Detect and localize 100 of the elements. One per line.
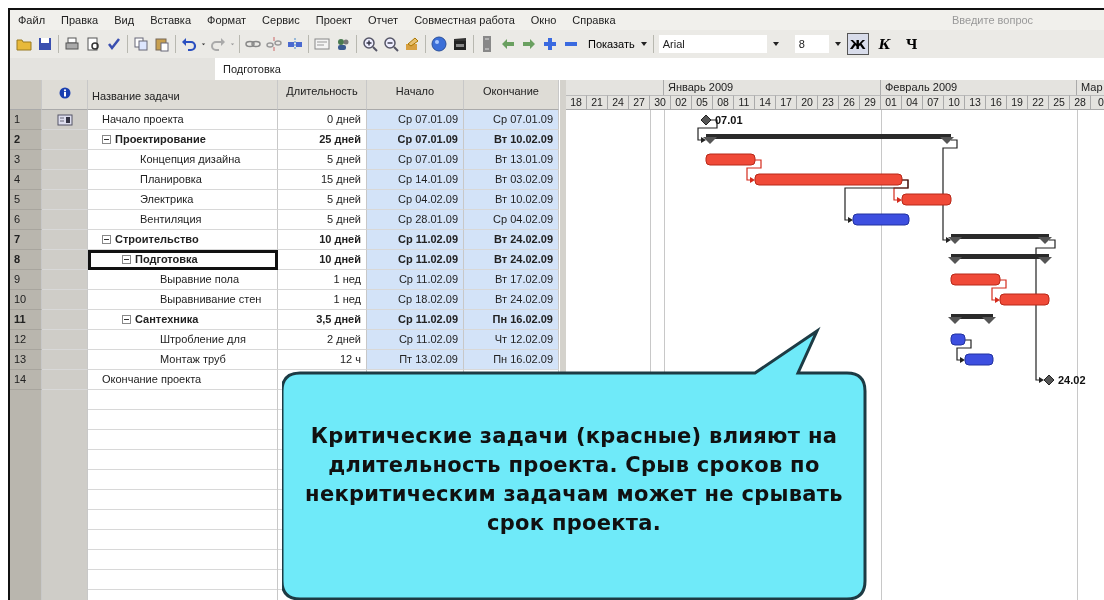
spelling-icon[interactable] (106, 36, 122, 52)
critical-task-bar[interactable] (705, 153, 756, 166)
resources-icon[interactable] (335, 36, 351, 52)
row-number[interactable]: 5 (10, 190, 42, 210)
entry-field[interactable]: Подготовка (215, 58, 1104, 80)
day-label: 08 (713, 95, 734, 110)
save-icon[interactable] (37, 36, 53, 52)
row-number[interactable]: 7 (10, 230, 42, 250)
zoom-out-icon[interactable] (383, 36, 399, 52)
summary-bar[interactable] (948, 254, 1052, 264)
row-number[interactable]: 13 (10, 350, 42, 370)
task-name-cell[interactable]: Подготовка (88, 250, 278, 270)
collapse-icon[interactable] (122, 255, 131, 264)
menu-item[interactable]: Совместная работа (406, 14, 523, 26)
task-name-cell[interactable]: Выравнивание стен (88, 290, 278, 310)
summary-bar[interactable] (948, 234, 1052, 244)
column-header[interactable]: Длительность (278, 80, 367, 110)
paste-icon[interactable] (154, 36, 170, 52)
split-icon[interactable] (287, 36, 303, 52)
menu-item[interactable]: Файл (10, 14, 54, 26)
task-name-cell[interactable]: Электрика (88, 190, 278, 210)
menu-item[interactable]: Справка (564, 14, 624, 26)
menu-item[interactable]: Вид (106, 14, 143, 26)
month-label: Февраль 2009 (881, 80, 1077, 95)
menu-item[interactable]: Формат (199, 14, 255, 26)
summary-bar[interactable] (703, 134, 954, 144)
show-button[interactable]: Показать (584, 38, 635, 50)
row-number[interactable]: 8 (10, 250, 42, 270)
table-cell: Ср 11.02.09 (367, 310, 464, 330)
column-header[interactable]: Окончание (464, 80, 559, 110)
menu-item[interactable]: Вставка (142, 14, 199, 26)
task-name-cell[interactable]: Монтаж труб (88, 350, 278, 370)
task-name: Вентиляция (140, 212, 202, 227)
plus-icon[interactable] (542, 36, 558, 52)
task-bar[interactable] (950, 333, 966, 346)
task-name-cell[interactable]: Начало проекта (88, 110, 278, 130)
italic-button[interactable]: К (873, 33, 896, 55)
task-name-cell[interactable]: Планировка (88, 170, 278, 190)
undo-icon[interactable] (181, 36, 197, 52)
row-number[interactable]: 12 (10, 330, 42, 350)
print-preview-icon[interactable] (85, 36, 101, 52)
day-label: 21 (587, 95, 608, 110)
column-header[interactable]: Название задачи (88, 80, 278, 110)
task-name: Подготовка (135, 252, 198, 267)
collapse-icon[interactable] (122, 315, 131, 324)
table-cell: Вт 24.02.09 (464, 290, 559, 310)
menu-item[interactable]: Проект (307, 14, 360, 26)
zoom-in-icon[interactable] (362, 36, 378, 52)
menu-item[interactable]: Отчет (360, 14, 407, 26)
collapse-icon[interactable] (102, 235, 111, 244)
row-number[interactable]: 6 (10, 210, 42, 230)
column-header[interactable]: Начало (367, 80, 464, 110)
critical-task-bar[interactable] (901, 193, 952, 206)
task-bar[interactable] (852, 213, 910, 226)
row-number[interactable]: 2 (10, 130, 42, 150)
collapse-icon[interactable] (102, 135, 111, 144)
row-number[interactable]: 9 (10, 270, 42, 290)
task-name-cell[interactable]: Окончание проекта (88, 370, 278, 390)
caret-icon[interactable] (771, 40, 780, 48)
critical-task-bar[interactable] (950, 273, 1001, 286)
row-number[interactable]: 10 (10, 290, 42, 310)
task-bar[interactable] (964, 353, 994, 366)
task-name-cell[interactable]: Вентиляция (88, 210, 278, 230)
task-name-cell[interactable]: Сантехника (88, 310, 278, 330)
milestone-icon[interactable] (700, 114, 712, 126)
dependency-arrow (991, 279, 1007, 303)
print-icon[interactable] (64, 36, 80, 52)
summary-bar[interactable] (948, 314, 996, 324)
font-field[interactable]: Arial (658, 35, 767, 53)
table-cell: Ср 11.02.09 (367, 230, 464, 250)
milestone-icon[interactable] (1043, 374, 1055, 386)
task-name-cell[interactable]: Выравние пола (88, 270, 278, 290)
row-number[interactable]: 4 (10, 170, 42, 190)
font-size-field[interactable]: 8 (794, 35, 829, 53)
menu-item[interactable]: Сервис (254, 14, 308, 26)
critical-task-bar[interactable] (999, 293, 1050, 306)
task-name-cell[interactable]: Проектирование (88, 130, 278, 150)
row-number[interactable]: 1 (10, 110, 42, 130)
task-name-cell[interactable]: Штробление для (88, 330, 278, 350)
task-name-cell[interactable]: Строительство (88, 230, 278, 250)
bold-button[interactable]: Ж (846, 33, 869, 55)
task-name-cell[interactable]: Концепция дизайна (88, 150, 278, 170)
row-number[interactable]: 14 (10, 370, 42, 390)
row-number[interactable]: 3 (10, 150, 42, 170)
day-label: 30 (650, 95, 671, 110)
underline-button[interactable]: Ч (900, 33, 923, 55)
help-field[interactable]: Введите вопрос (950, 13, 1074, 27)
caret-icon[interactable] (833, 40, 842, 48)
dependency-arrow (746, 159, 762, 183)
menu-item[interactable]: Окно (522, 14, 565, 26)
caret-icon[interactable] (639, 40, 648, 48)
table-cell: Ср 07.01.09 (464, 110, 559, 130)
month-label: Январь 2009 (664, 80, 881, 95)
table-cell: Ср 07.01.09 (367, 110, 464, 130)
critical-task-bar[interactable] (754, 173, 903, 186)
copy-icon[interactable] (133, 36, 149, 52)
row-number[interactable]: 11 (10, 310, 42, 330)
menu-item[interactable]: Правка (53, 14, 107, 26)
arrow-right-icon[interactable] (521, 36, 537, 52)
help-icon[interactable] (431, 36, 447, 52)
